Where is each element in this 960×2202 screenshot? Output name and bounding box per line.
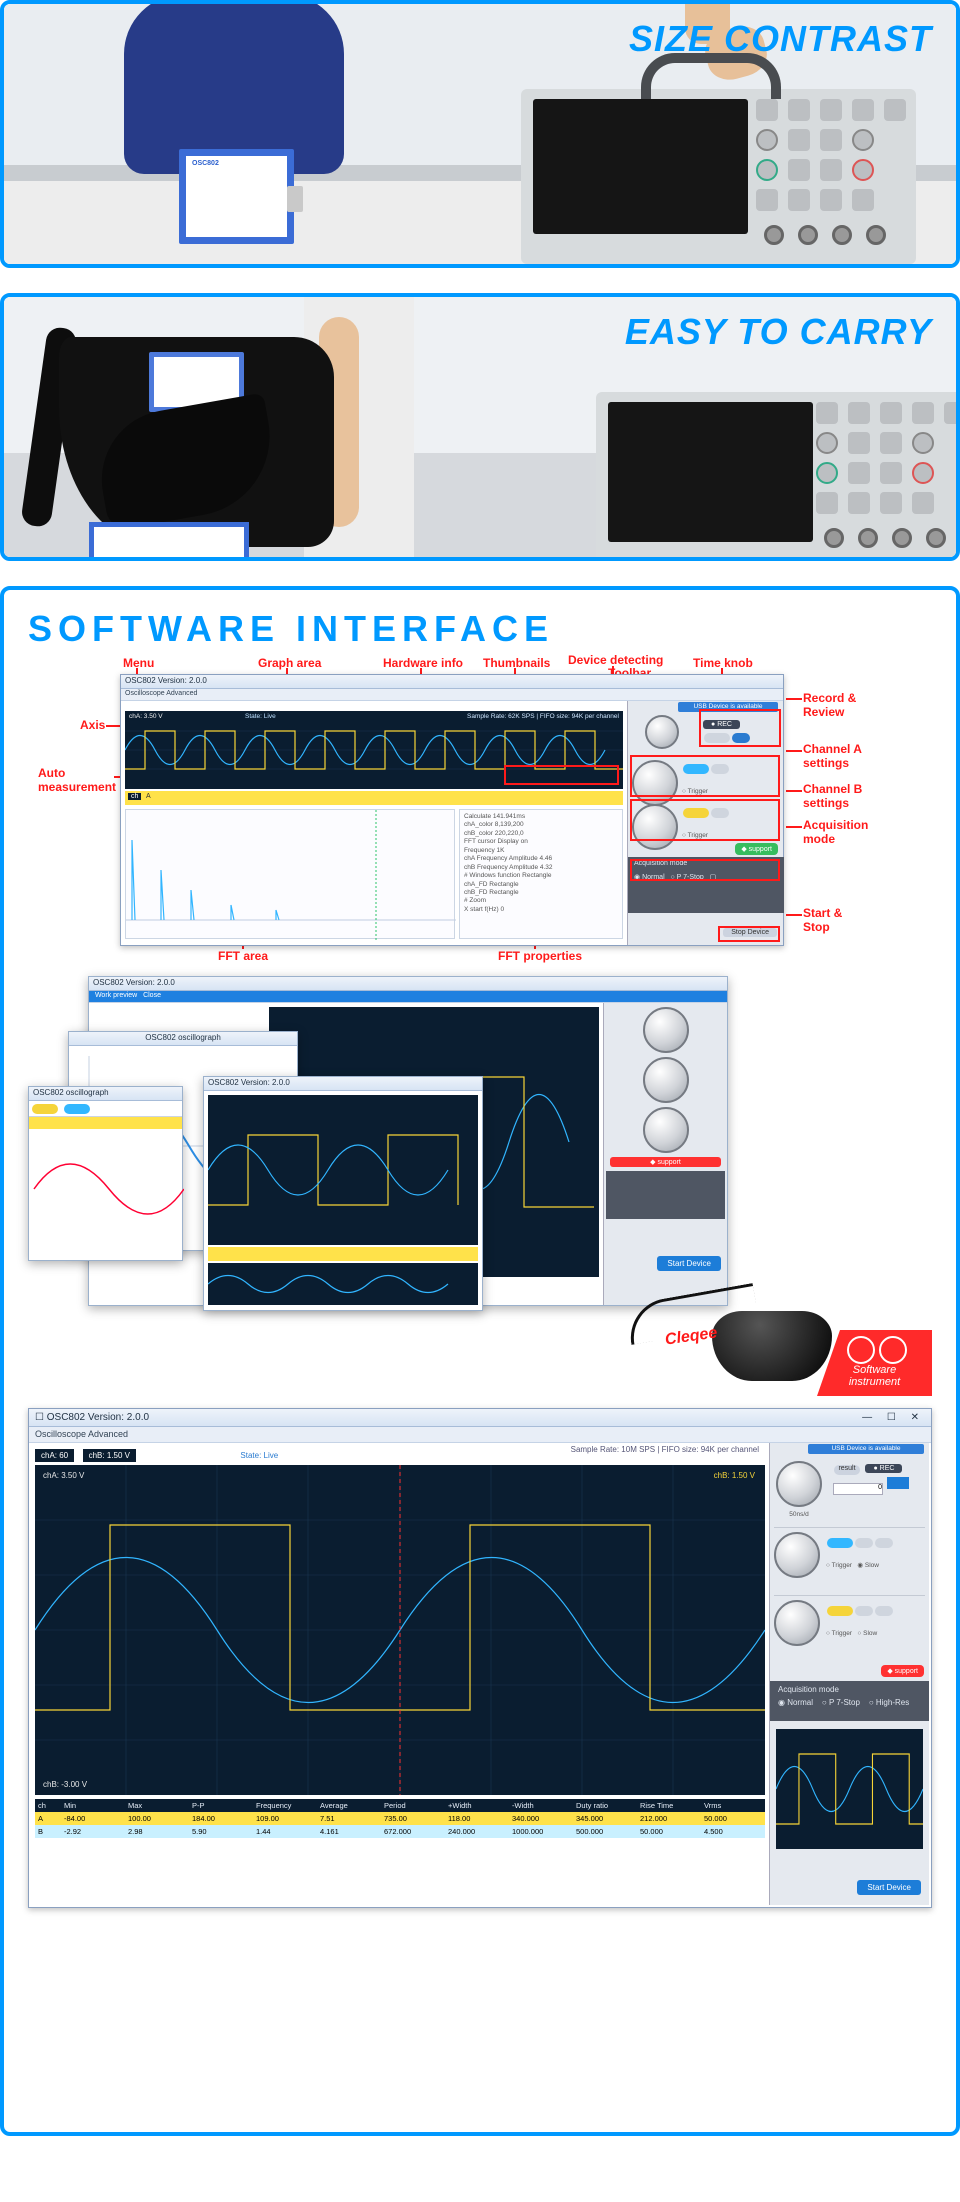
graph-area[interactable]: chA: 3.50 V chB: 1.50 V chB: -3.00 V <box>35 1465 765 1795</box>
panel-easy-carry: EASY TO CARRY <box>0 293 960 561</box>
app-menubar[interactable]: Oscilloscope Advanced <box>29 1427 931 1443</box>
annotated-screenshot: Menu Graph area Hardware info Thumbnails… <box>28 656 932 966</box>
label-ch-b: Channel B settings <box>803 782 862 810</box>
graph-area[interactable]: chA: 3.50 V State: Live Sample Rate: 62K… <box>125 711 623 789</box>
person-torso <box>124 0 344 174</box>
panel-title: SIZE CONTRAST <box>629 18 932 60</box>
time-knob[interactable] <box>645 715 679 749</box>
label-time-knob: Time knob <box>693 656 753 670</box>
channel-b-knob[interactable] <box>774 1600 820 1646</box>
support-button[interactable]: ◆ support <box>881 1665 924 1677</box>
label-graph-area: Graph area <box>258 656 321 670</box>
label-auto-measure: Auto measurement <box>38 766 116 794</box>
window-title: OSC802 Version: 2.0.0 <box>121 675 783 689</box>
label-acq-mode: Acquisition mode <box>803 818 868 846</box>
app-window-large: ☐ OSC802 Version: 2.0.0 — ☐ ✕ Oscillosco… <box>28 1408 932 1908</box>
app-window-annotated: OSC802 Version: 2.0.0 Oscilloscope Advan… <box>120 674 784 946</box>
small-device <box>179 149 294 244</box>
label-record-review: Record & Review <box>803 691 856 719</box>
screenshot-montage: OSC802 Version: 2.0.0 Work preview Close… <box>28 976 932 1396</box>
acquisition-mode[interactable]: Acquisition mode ◉ Normal ○ P 7-Stop ○ H… <box>770 1681 929 1721</box>
panel-software-interface: SOFTWARE INTERFACE Menu Graph area Hardw… <box>0 586 960 2136</box>
label-menu: Menu <box>123 656 154 670</box>
measurement-table: ch Min Max P-P Frequency Average Period … <box>35 1799 765 1838</box>
big-oscilloscope <box>521 89 916 264</box>
label-fft-area: FFT area <box>218 949 268 963</box>
middle-window: OSC802 Version: 2.0.0 <box>203 1076 483 1311</box>
panel-title: EASY TO CARRY <box>625 311 932 353</box>
auto-measurement-strip: ch A <box>125 791 623 805</box>
label-start-stop: Start & Stop <box>803 906 842 934</box>
rec-button[interactable]: ● REC <box>865 1464 902 1473</box>
channel-a-knob[interactable] <box>774 1532 820 1578</box>
fft-area[interactable] <box>125 809 455 939</box>
preview-graph <box>776 1729 923 1849</box>
thumbnail-redbox <box>504 765 619 785</box>
label-thumbnails: Thumbnails <box>483 656 550 670</box>
label-ch-a: Channel A settings <box>803 742 862 770</box>
section-title: SOFTWARE INTERFACE <box>28 608 932 650</box>
software-instrument-badge: Softwareinstrument <box>817 1330 932 1396</box>
support-button[interactable]: ◆ support <box>735 843 778 855</box>
time-knob[interactable] <box>776 1461 822 1507</box>
small-window: OSC802 oscillograph <box>28 1086 183 1261</box>
panel-size-contrast: SIZE CONTRAST <box>0 0 960 268</box>
control-panel-large: USB Device is available 50ns/d result ● … <box>769 1443 929 1905</box>
fft-properties[interactable]: Calculate 141.941ms chA_color 8,139,200 … <box>459 809 623 939</box>
app-menubar[interactable]: Oscilloscope Advanced <box>121 689 783 701</box>
label-hardware-info: Hardware info <box>383 656 463 670</box>
label-device-detect: Device detecting <box>568 653 663 667</box>
mouse-icon <box>712 1311 832 1381</box>
big-oscilloscope <box>596 392 960 561</box>
channel-chips[interactable]: chA: 60 chB: 1.50 V State: Live Sample R… <box>35 1445 765 1463</box>
label-fft-props: FFT properties <box>498 949 582 963</box>
control-panel: USB Device is available ● REC ○ Trigger <box>627 701 783 945</box>
device-box <box>89 522 249 561</box>
start-device-button[interactable]: Start Device <box>857 1880 921 1895</box>
label-axis: Axis <box>80 718 105 732</box>
